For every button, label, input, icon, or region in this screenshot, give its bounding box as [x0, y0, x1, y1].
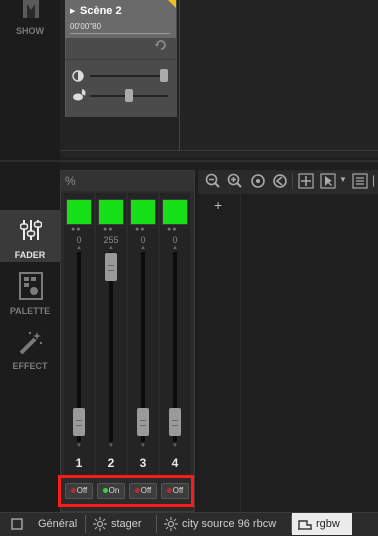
channel-color-swatch[interactable] [162, 199, 188, 225]
effect-button[interactable]: EFFECT [0, 326, 60, 378]
tab-separator [85, 515, 86, 533]
canvas-divider [240, 194, 241, 512]
tab-1[interactable]: stager [87, 513, 155, 535]
loop-icon[interactable] [154, 38, 168, 52]
channel-status-dots: ●● [103, 226, 114, 233]
channel-number: 3 [139, 456, 147, 470]
blank-tab-icon [11, 518, 23, 530]
channel-status-dots: ●● [135, 226, 146, 233]
fader-knob[interactable] [105, 253, 117, 281]
palette-button[interactable]: PALETTE [0, 268, 60, 320]
tab-0[interactable]: Général [4, 513, 84, 535]
channel-status-dots: ●● [71, 226, 82, 233]
show-icon [23, 0, 39, 18]
scene-bottom-line [60, 150, 378, 151]
toggle-row-highlight [58, 475, 194, 507]
channel-up-tick: ▲ [76, 245, 82, 251]
back-icon[interactable] [272, 173, 288, 189]
channel-value: 0 [140, 235, 146, 245]
show-button[interactable]: SHOW [0, 0, 60, 52]
section-separator [0, 160, 378, 162]
channel-down-tick: ▼ [108, 443, 114, 449]
zoom-in-icon[interactable] [227, 173, 243, 189]
play-icon: ▶ [70, 8, 76, 15]
intensity-slider-knob[interactable] [160, 69, 168, 82]
fixture-icon [298, 520, 312, 530]
channel-color-swatch[interactable] [66, 199, 92, 225]
scene-time: 00'00"80 [70, 22, 102, 31]
channel-status-dots: ●● [167, 226, 178, 233]
fader-icon [20, 220, 42, 240]
channel-up-tick: ▲ [108, 245, 114, 251]
tab-label: city source 96 rbcw [182, 518, 277, 530]
tab-3[interactable]: rgbw [292, 513, 352, 535]
fader-knob[interactable] [137, 408, 149, 436]
tab-separator [156, 515, 157, 533]
scene-progress-line [70, 33, 170, 34]
channel-down-tick: ▼ [172, 443, 178, 449]
light-icon [93, 517, 107, 531]
scene-corner-marker [168, 0, 176, 8]
light-icon [164, 517, 178, 531]
fader-panel-header [61, 171, 194, 191]
contrast-icon [72, 70, 84, 82]
speed-slider-knob[interactable] [125, 89, 133, 102]
zoom-out-icon[interactable] [205, 173, 221, 189]
channel-number: 2 [107, 456, 115, 470]
fit-view-icon[interactable] [250, 173, 266, 189]
fixture-canvas[interactable] [198, 194, 378, 512]
channel-number: 1 [75, 456, 83, 470]
channel-down-tick: ▼ [76, 443, 82, 449]
scene-card-divider [65, 59, 176, 60]
canvas-toolbar [198, 170, 378, 194]
fader-label: FADER [14, 250, 46, 260]
tab-label: Général [38, 518, 78, 530]
select-pointer-icon[interactable] [320, 173, 336, 189]
channel-value: 0 [76, 235, 82, 245]
grid-icon[interactable] [352, 173, 368, 189]
percent-label: % [65, 174, 76, 188]
channel-up-tick: ▲ [172, 245, 178, 251]
effect-label: EFFECT [12, 361, 48, 371]
palette-label: PALETTE [9, 306, 51, 316]
move-icon[interactable] [298, 173, 314, 189]
tab-label: rgbw [316, 518, 340, 530]
chevron-down-icon[interactable]: ▼ [339, 175, 347, 184]
fader-button[interactable]: FADER [0, 210, 60, 262]
intensity-slider-track[interactable] [90, 75, 168, 77]
scene-divider [179, 0, 180, 150]
channel-color-swatch[interactable] [130, 199, 156, 225]
channel-color-swatch[interactable] [98, 199, 124, 225]
tab-2[interactable]: city source 96 rbcw [158, 513, 290, 535]
palette-icon [19, 272, 43, 300]
channel-value: 0 [172, 235, 178, 245]
magic-wand-icon [19, 331, 43, 355]
tab-label: stager [111, 518, 142, 530]
fader-knob[interactable] [169, 408, 181, 436]
fader-knob[interactable] [73, 408, 85, 436]
channel-value: 255 [103, 235, 119, 245]
channel-up-tick: ▲ [140, 245, 146, 251]
rabbit-speed-icon [73, 89, 86, 101]
show-label: SHOW [16, 26, 44, 36]
channel-down-tick: ▼ [140, 443, 146, 449]
overflow-icon[interactable]: | [372, 173, 375, 187]
add-fixture-button[interactable]: + [214, 197, 222, 213]
scene-title: Scène 2 [80, 5, 122, 17]
toolbar-divider [292, 173, 293, 189]
channel-number: 4 [171, 456, 179, 470]
